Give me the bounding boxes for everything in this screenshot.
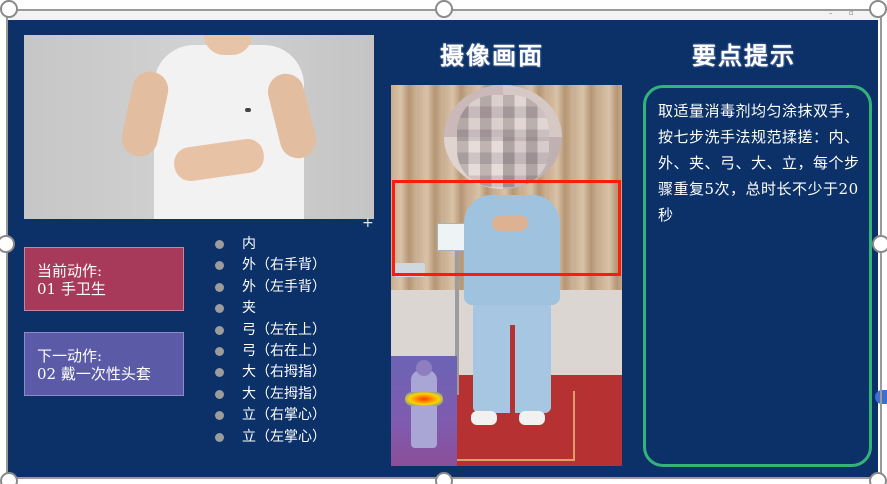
resize-handle-bottom-left[interactable] <box>0 472 18 484</box>
selection-frame <box>6 9 882 479</box>
resize-handle-bottom[interactable] <box>435 472 453 484</box>
resize-handle-top-right[interactable] <box>869 0 887 18</box>
resize-handle-right[interactable] <box>872 235 887 253</box>
resize-handle-top[interactable] <box>435 0 453 18</box>
resize-handle-bottom-right[interactable] <box>869 472 887 484</box>
resize-handle-top-left[interactable] <box>0 0 18 18</box>
